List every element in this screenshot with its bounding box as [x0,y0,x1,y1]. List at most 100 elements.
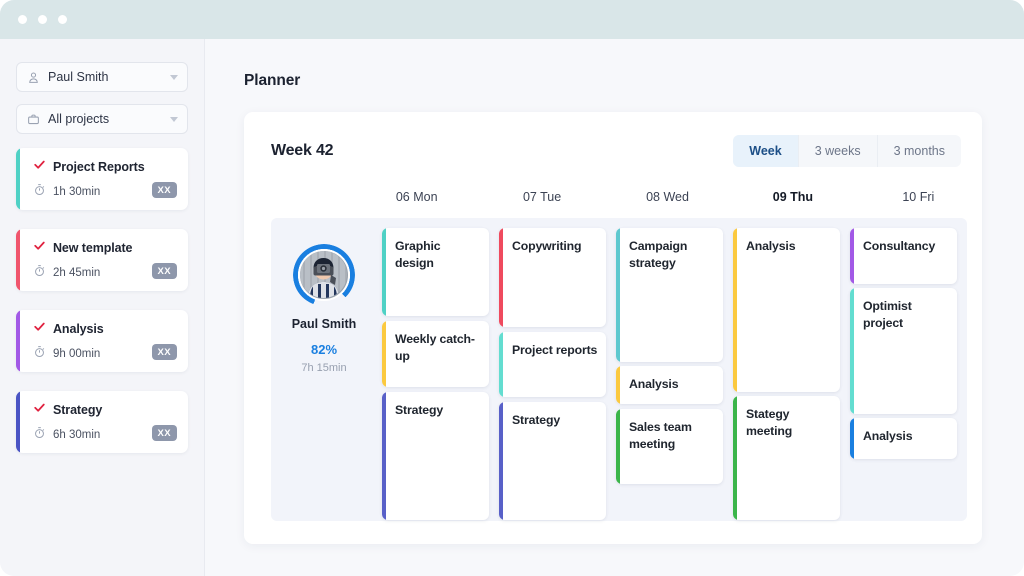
avatar-photo [298,249,350,301]
day-column: Graphic designWeekly catch-upStrategy [377,223,494,516]
range-tabs: Week3 weeks3 months [733,135,961,167]
task-title: Strategy [53,403,102,417]
event-color-bar [616,228,620,362]
stopwatch-icon [33,183,46,201]
event-card[interactable]: Analysis [733,228,840,392]
task-color-bar [16,391,20,453]
task-color-bar [16,148,20,210]
stopwatch-icon [33,264,46,282]
event-color-bar [499,332,503,397]
event-card[interactable]: Copywriting [499,228,606,327]
task-card[interactable]: New template 2h 45min XX [16,229,188,291]
event-color-bar [616,366,620,404]
task-title: Project Reports [53,160,145,174]
event-title: Analysis [629,376,715,393]
event-title: Sales team meeting [629,419,715,454]
profile-time: 7h 15min [301,362,346,374]
event-color-bar [733,228,737,392]
avatar[interactable] [293,244,355,306]
event-card[interactable]: Analysis [616,366,723,404]
event-card[interactable]: Campaign strategy [616,228,723,362]
check-icon [33,320,46,338]
range-tab-3-months[interactable]: 3 months [878,135,961,167]
event-title: Project reports [512,342,598,359]
task-card[interactable]: Analysis 9h 00min XX [16,310,188,372]
event-color-bar [499,228,503,327]
day-header: 08 Wed [605,190,730,218]
task-badge[interactable]: XX [152,425,177,441]
planner-panel: Week 42 Week3 weeks3 months 06 Mon07 Tue… [244,112,982,544]
day-columns: Graphic designWeekly catch-upStrategyCop… [377,218,967,521]
day-header-row: 06 Mon07 Tue08 Wed09 Thu10 Fri [245,190,981,218]
project-select-label: All projects [48,112,170,126]
event-color-bar [382,392,386,520]
task-badge[interactable]: XX [152,263,177,279]
task-card[interactable]: Strategy 6h 30min XX [16,391,188,453]
event-card[interactable]: Optimist project [850,288,957,414]
stopwatch-icon [33,345,46,363]
check-icon [33,401,46,419]
event-card[interactable]: Weekly catch-up [382,321,489,387]
person-icon [26,70,40,84]
task-list: Project Reports 1h 30min XX New template 2h … [16,148,188,453]
window-maximize-dot[interactable] [58,15,67,24]
event-title: Optimist project [863,298,949,333]
event-color-bar [850,288,854,414]
task-time: 9h 00min [53,348,100,360]
user-select[interactable]: Paul Smith [16,62,188,92]
user-select-label: Paul Smith [48,70,170,84]
task-badge[interactable]: XX [152,182,177,198]
event-color-bar [850,418,854,459]
profile-column: Paul Smith 82% 7h 15min [271,218,377,521]
briefcase-icon [26,112,40,126]
calendar-grid: Paul Smith 82% 7h 15min Graphic design We… [271,218,967,521]
task-time: 2h 45min [53,267,100,279]
window-minimize-dot[interactable] [38,15,47,24]
event-title: Graphic design [395,238,481,273]
event-card[interactable]: Strategy [499,402,606,520]
stopwatch-icon [33,426,46,444]
event-card[interactable]: Graphic design [382,228,489,316]
task-time: 6h 30min [53,429,100,441]
event-color-bar [733,396,737,520]
event-title: Analysis [863,428,949,445]
project-select[interactable]: All projects [16,104,188,134]
day-column: Consultancy Optimist project Analysis [845,223,962,516]
event-card[interactable]: Strategy [382,392,489,520]
event-card[interactable]: Analysis [850,418,957,459]
task-title: Analysis [53,322,104,336]
task-color-bar [16,310,20,372]
event-title: Analysis [746,238,832,255]
event-title: Stategy meeting [746,406,832,441]
event-title: Campaign strategy [629,238,715,273]
check-icon [33,158,46,176]
task-color-bar [16,229,20,291]
event-card[interactable]: Project reports [499,332,606,397]
event-card[interactable]: Consultancy [850,228,957,284]
week-title: Week 42 [271,142,333,160]
task-card[interactable]: Project Reports 1h 30min XX [16,148,188,210]
event-color-bar [616,409,620,484]
event-card[interactable]: Sales team meeting [616,409,723,484]
chevron-down-icon [170,117,178,122]
sidebar: Paul Smith All projects Project Reports 1… [0,39,205,576]
day-header: 09 Thu [730,190,855,218]
window-close-dot[interactable] [18,15,27,24]
check-icon [33,239,46,257]
event-card[interactable]: Stategy meeting [733,396,840,520]
profile-percent: 82% [311,342,337,357]
event-title: Strategy [512,412,598,429]
range-tab-3-weeks[interactable]: 3 weeks [799,135,878,167]
event-color-bar [850,228,854,284]
task-time: 1h 30min [53,186,100,198]
event-title: Copywriting [512,238,598,255]
event-color-bar [382,321,386,387]
day-column: Copywriting Project reports Strategy [494,223,611,516]
page-title: Planner [244,72,300,90]
event-color-bar [499,402,503,520]
day-header: 07 Tue [479,190,604,218]
event-title: Consultancy [863,238,949,255]
task-badge[interactable]: XX [152,344,177,360]
task-title: New template [53,241,132,255]
range-tab-week[interactable]: Week [733,135,798,167]
